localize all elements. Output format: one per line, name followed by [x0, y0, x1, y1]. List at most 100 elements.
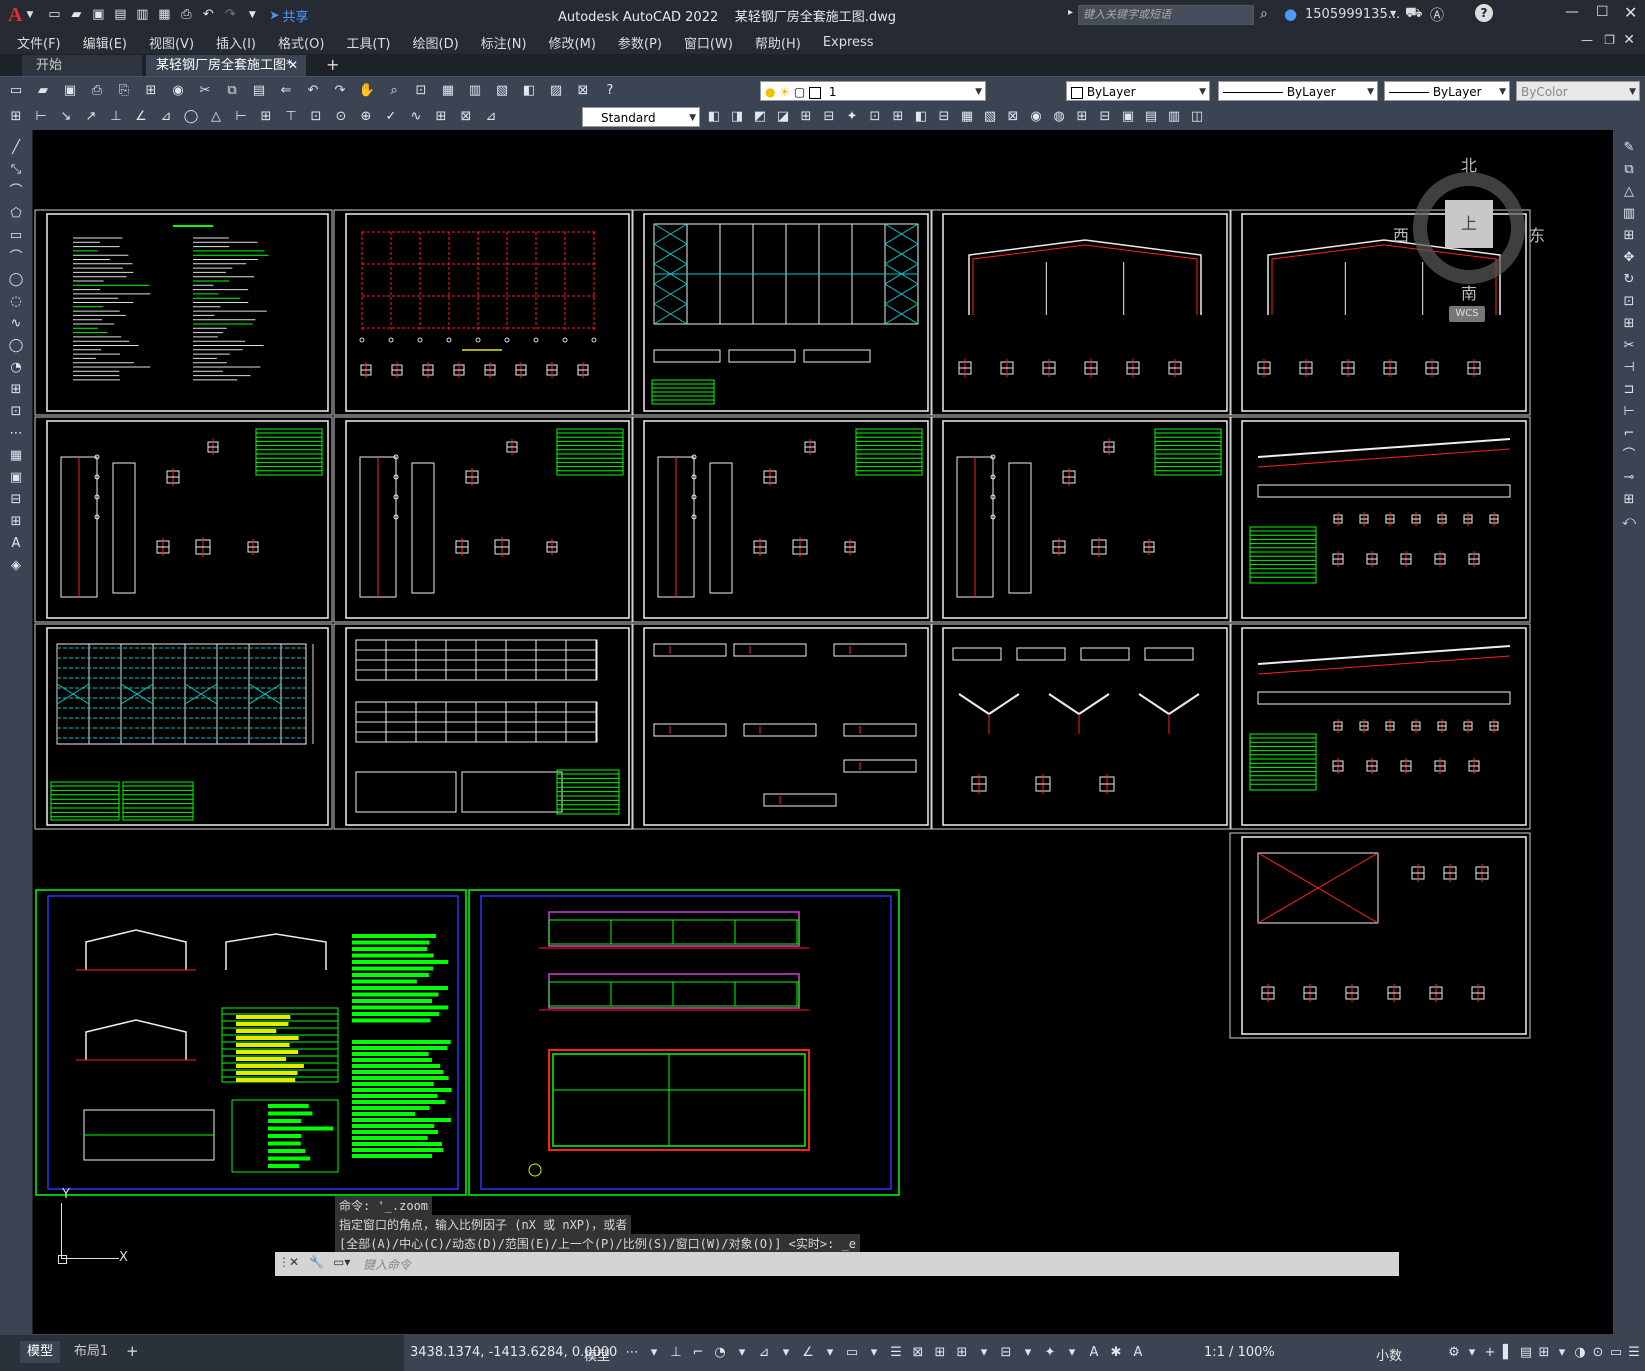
- user-chevron-icon[interactable]: ▼: [1390, 9, 1396, 18]
- dim-tool-20-icon[interactable]: ⊿: [481, 107, 501, 127]
- left-tool-9-icon[interactable]: ∿: [6, 314, 26, 334]
- command-close-icon[interactable]: ✕: [289, 1255, 299, 1269]
- add-layout-icon[interactable]: +: [126, 1342, 139, 1360]
- help-icon[interactable]: ?: [1475, 4, 1493, 22]
- minimize-icon[interactable]: —: [1565, 4, 1579, 20]
- left-tool-8-icon[interactable]: ◌: [6, 292, 26, 312]
- std-tool-5-icon[interactable]: ⎘: [114, 81, 134, 101]
- units-value[interactable]: 小数: [1376, 1345, 1402, 1364]
- color-dropdown[interactable]: ByLayer ▼: [1066, 81, 1210, 101]
- left-tool-1-icon[interactable]: ╱: [6, 138, 26, 158]
- status-tool-2-icon[interactable]: ▾: [644, 1343, 664, 1363]
- draw-tool-5-icon[interactable]: ⊞: [796, 107, 816, 127]
- share-icon[interactable]: ➤: [269, 8, 279, 22]
- left-tool-7-icon[interactable]: ◯: [6, 270, 26, 290]
- draw-tool-21-icon[interactable]: ▥: [1164, 107, 1184, 127]
- std-tool-17-icon[interactable]: ▦: [438, 81, 458, 101]
- search-chevron-icon[interactable]: ▸: [1068, 7, 1073, 18]
- status-r-tool-4-icon[interactable]: ▌: [1498, 1343, 1518, 1363]
- draw-tool-6-icon[interactable]: ⊟: [819, 107, 839, 127]
- draw-tool-4-icon[interactable]: ◪: [773, 107, 793, 127]
- right-tool-12-icon[interactable]: ⊐: [1619, 380, 1639, 400]
- save-web-icon[interactable]: ▦: [155, 6, 173, 24]
- layout-tab-model[interactable]: 模型: [20, 1341, 60, 1363]
- undo-icon[interactable]: ↶: [199, 6, 217, 24]
- lineweight-dropdown[interactable]: ByLayer ▼: [1384, 81, 1510, 101]
- status-tool-6-icon[interactable]: ▾: [732, 1343, 752, 1363]
- layer-dropdown[interactable]: ● ☀ ▢ 1 ▼: [760, 81, 986, 101]
- dim-tool-13-icon[interactable]: ⊡: [306, 107, 326, 127]
- std-tool-14-icon[interactable]: ✋: [357, 81, 377, 101]
- draw-tool-13-icon[interactable]: ▧: [980, 107, 1000, 127]
- status-tool-20-icon[interactable]: ✦: [1040, 1343, 1060, 1363]
- std-tool-8-icon[interactable]: ✂: [195, 81, 215, 101]
- dim-tool-14-icon[interactable]: ⊙: [331, 107, 351, 127]
- right-tool-8-icon[interactable]: ⊡: [1619, 292, 1639, 312]
- std-tool-2-icon[interactable]: ▰: [33, 81, 53, 101]
- status-tool-23-icon[interactable]: ✱: [1106, 1343, 1126, 1363]
- dim-tool-4-icon[interactable]: ↗: [81, 107, 101, 127]
- model-space-button[interactable]: 模型: [584, 1345, 610, 1364]
- left-tool-14-icon[interactable]: ⋯: [6, 424, 26, 444]
- menu-window[interactable]: 窗口(W): [673, 33, 744, 52]
- draw-tool-1-icon[interactable]: ◧: [704, 107, 724, 127]
- left-tool-3-icon[interactable]: ⌒: [6, 182, 26, 202]
- menu-insert[interactable]: 插入(I): [205, 33, 267, 52]
- right-tool-7-icon[interactable]: ↻: [1619, 270, 1639, 290]
- std-tool-11-icon[interactable]: ⇐: [276, 81, 296, 101]
- status-r-tool-2-icon[interactable]: ▾: [1462, 1343, 1482, 1363]
- dim-tool-9-icon[interactable]: △: [206, 107, 226, 127]
- dim-tool-1-icon[interactable]: ⊞: [6, 107, 26, 127]
- status-r-tool-7-icon[interactable]: ▾: [1552, 1343, 1572, 1363]
- drawing-canvas[interactable]: 北 西 东 南 上 WCS Y X 命令: '_.zoom 指定窗口的角点，输入…: [33, 130, 1612, 1335]
- save-icon[interactable]: ▣: [89, 6, 107, 24]
- std-tool-15-icon[interactable]: ⌕: [384, 81, 404, 101]
- left-tool-5-icon[interactable]: ▭: [6, 226, 26, 246]
- dim-tool-2-icon[interactable]: ⊢: [31, 107, 51, 127]
- left-tool-18-icon[interactable]: ⊞: [6, 512, 26, 532]
- left-tool-12-icon[interactable]: ⊞: [6, 380, 26, 400]
- doc-minimize-icon[interactable]: —: [1581, 33, 1593, 47]
- search-input[interactable]: 键入关键字或短语: [1078, 5, 1254, 25]
- status-tool-22-icon[interactable]: A: [1084, 1343, 1104, 1363]
- tab-start[interactable]: 开始: [22, 55, 142, 76]
- wcs-button[interactable]: WCS: [1449, 306, 1485, 322]
- dim-tool-18-icon[interactable]: ⊞: [431, 107, 451, 127]
- app-menu-chevron-icon[interactable]: ▼: [26, 10, 33, 20]
- linetype-dropdown[interactable]: ByLayer ▼: [1218, 81, 1378, 101]
- menu-file[interactable]: 文件(F): [6, 33, 72, 52]
- status-tool-1-icon[interactable]: ⋯: [622, 1343, 642, 1363]
- right-tool-14-icon[interactable]: ⌐: [1619, 424, 1639, 444]
- maximize-icon[interactable]: ☐: [1596, 4, 1609, 20]
- std-tool-3-icon[interactable]: ▣: [60, 81, 80, 101]
- right-tool-16-icon[interactable]: ⊸: [1619, 468, 1639, 488]
- draw-tool-2-icon[interactable]: ◨: [727, 107, 747, 127]
- status-tool-3-icon[interactable]: ⊥: [666, 1343, 686, 1363]
- menu-dimension[interactable]: 标注(N): [470, 33, 538, 52]
- draw-tool-7-icon[interactable]: ✦: [842, 107, 862, 127]
- status-tool-11-icon[interactable]: ▭: [842, 1343, 862, 1363]
- std-tool-22-icon[interactable]: ⊠: [573, 81, 593, 101]
- dim-tool-3-icon[interactable]: ↘: [56, 107, 76, 127]
- draw-tool-15-icon[interactable]: ◉: [1026, 107, 1046, 127]
- status-tool-15-icon[interactable]: ⊞: [930, 1343, 950, 1363]
- dim-tool-16-icon[interactable]: ✓: [381, 107, 401, 127]
- cart-icon[interactable]: ⛟: [1405, 5, 1423, 23]
- status-r-tool-11-icon[interactable]: ☰: [1624, 1343, 1644, 1363]
- tab-drawing[interactable]: 某轻钢厂房全套施工图* ✕: [146, 55, 306, 76]
- draw-tool-12-icon[interactable]: ▦: [957, 107, 977, 127]
- status-tool-13-icon[interactable]: ☰: [886, 1343, 906, 1363]
- dim-tool-10-icon[interactable]: ⊢: [231, 107, 251, 127]
- dim-tool-8-icon[interactable]: ◯: [181, 107, 201, 127]
- autodesk-a360-icon[interactable]: Ⓐ: [1430, 5, 1444, 25]
- left-tool-13-icon[interactable]: ⊡: [6, 402, 26, 422]
- dim-tool-6-icon[interactable]: ∠: [131, 107, 151, 127]
- left-tool-17-icon[interactable]: ⊟: [6, 490, 26, 510]
- close-icon[interactable]: ✕: [1624, 3, 1637, 22]
- draw-tool-20-icon[interactable]: ▤: [1141, 107, 1161, 127]
- right-tool-17-icon[interactable]: ⊞: [1619, 490, 1639, 510]
- app-logo[interactable]: A: [8, 4, 22, 27]
- left-tool-11-icon[interactable]: ◔: [6, 358, 26, 378]
- viewcube[interactable]: 北 西 东 南 上 WCS: [1391, 148, 1551, 328]
- annotation-scale[interactable]: 1:1 / 100%: [1204, 1345, 1275, 1360]
